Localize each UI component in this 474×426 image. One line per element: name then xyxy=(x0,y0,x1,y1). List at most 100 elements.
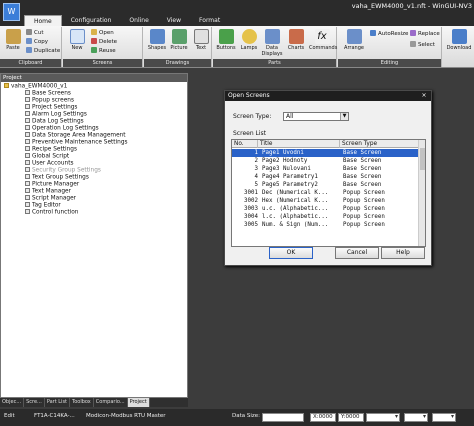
tab-home[interactable]: Home xyxy=(24,15,62,26)
app-icon[interactable]: W xyxy=(3,3,20,21)
tree-root[interactable]: vaha_EWM4000_v1 xyxy=(1,83,187,90)
tree-item-text-manager[interactable]: Text Manager xyxy=(1,188,187,195)
tab-online[interactable]: Online xyxy=(120,15,157,26)
tab-toolbox[interactable]: Toolbox xyxy=(70,398,94,407)
open-screen-button[interactable]: Open xyxy=(91,29,114,37)
tree-item-data-log-settings[interactable]: Data Log Settings xyxy=(1,118,187,125)
status-combo-3[interactable] xyxy=(432,413,456,422)
screen-row[interactable]: 3005 Num. & Sign (Num... Popup Screen xyxy=(232,221,418,229)
copy-button[interactable]: Copy xyxy=(26,38,48,46)
screen-row[interactable]: 1 Page1 Uvodni Base Screen xyxy=(232,149,418,157)
column-screen-type[interactable]: Screen Type xyxy=(340,140,420,148)
screen-row[interactable]: 3003 u.c. (Alphabetic... Popup Screen xyxy=(232,205,418,213)
drawings-group: Shapes Picture Text Drawings xyxy=(144,27,212,67)
picture-icon xyxy=(25,181,30,186)
tree-item-tag-editor[interactable]: Tag Editor xyxy=(1,202,187,209)
delete-screen-button[interactable]: Delete xyxy=(91,38,117,46)
tree-item-control-function[interactable]: Control function xyxy=(1,209,187,216)
autoresize-button[interactable]: AutoResize xyxy=(370,30,408,38)
reuse-screen-button[interactable]: Reuse xyxy=(91,47,116,55)
tree-item-preventive-maintenance[interactable]: Preventive Maintenance Settings xyxy=(1,139,187,146)
user-icon xyxy=(25,160,30,165)
tree-item-security-group-settings[interactable]: Security Group Settings xyxy=(1,167,187,174)
script-icon xyxy=(25,195,30,200)
buttons-part-button[interactable]: Buttons xyxy=(215,29,237,59)
screen-row[interactable]: 3001 Dec (Numerical K... Popup Screen xyxy=(232,189,418,197)
tab-screens[interactable]: Scre... xyxy=(24,398,45,407)
settings-icon xyxy=(25,111,30,116)
paste-button[interactable]: Paste xyxy=(2,29,24,59)
list-scrollbar[interactable] xyxy=(418,140,425,246)
data-displays-part-button[interactable]: Data Displays xyxy=(261,29,283,59)
tree-item-script-manager[interactable]: Script Manager xyxy=(1,195,187,202)
status-combo-1[interactable] xyxy=(366,413,400,422)
cancel-button[interactable]: Cancel xyxy=(335,247,379,259)
arrange-button[interactable]: Arrange xyxy=(341,29,367,59)
tab-project[interactable]: Project xyxy=(127,398,150,407)
replace-icon xyxy=(410,30,416,36)
new-screen-button[interactable]: New xyxy=(66,29,88,59)
lamp-icon xyxy=(241,29,257,44)
scroll-thumb[interactable] xyxy=(420,148,425,170)
download-button[interactable]: Download xyxy=(446,29,472,59)
lock-icon xyxy=(25,167,30,172)
window-title: vaha_EWM4000_v1.nft - WinGUI-NV3 xyxy=(351,2,472,10)
screen-row[interactable]: 2 Page2 Hodnoty Base Screen xyxy=(232,157,418,165)
tree-item-user-accounts[interactable]: User Accounts xyxy=(1,160,187,167)
autoresize-icon xyxy=(370,30,376,36)
tab-comparison[interactable]: Compario... xyxy=(94,398,128,407)
duplicate-button[interactable]: Duplicate xyxy=(26,47,60,55)
column-no[interactable]: No. xyxy=(232,140,258,148)
screen-row[interactable]: 3004 l.c. (Alphabetic... Popup Screen xyxy=(232,213,418,221)
ok-button[interactable]: OK xyxy=(269,247,313,259)
text-icon xyxy=(25,188,30,193)
tree-item-recipe-settings[interactable]: Recipe Settings xyxy=(1,146,187,153)
tree-item-popup-screens[interactable]: Popup screens xyxy=(1,97,187,104)
lamps-part-button[interactable]: Lamps xyxy=(238,29,260,59)
tag-icon xyxy=(25,202,30,207)
screen-row[interactable]: 3002 Hex (Numerical K... Popup Screen xyxy=(232,197,418,205)
screen-row[interactable]: 5 Page5 Parametry2 Base Screen xyxy=(232,181,418,189)
x-coordinate: X:0000 xyxy=(310,413,336,422)
status-combo-2[interactable] xyxy=(404,413,428,422)
replace-button[interactable]: Replace xyxy=(410,30,440,38)
tree-item-alarm-log-settings[interactable]: Alarm Log Settings xyxy=(1,111,187,118)
text-button[interactable]: Text xyxy=(190,29,212,59)
shapes-button[interactable]: Shapes xyxy=(146,29,168,59)
column-title[interactable]: Title xyxy=(258,140,340,148)
charts-part-button[interactable]: Charts xyxy=(285,29,307,59)
data-size-field xyxy=(262,413,304,422)
tree-item-data-storage[interactable]: Data Storage Area Management xyxy=(1,132,187,139)
clipboard-group: Paste Cut Copy Duplicate Clipboard xyxy=(0,27,62,67)
chart-icon xyxy=(288,29,304,44)
tree-item-global-script[interactable]: Global Script xyxy=(1,153,187,160)
tab-object[interactable]: Objec... xyxy=(0,398,25,407)
tree-item-operation-log-settings[interactable]: Operation Log Settings xyxy=(1,125,187,132)
shapes-icon xyxy=(149,29,165,44)
close-icon[interactable]: × xyxy=(419,92,429,100)
commands-part-button[interactable]: fx Commands xyxy=(309,29,337,59)
download-icon xyxy=(451,29,467,44)
app-window: W vaha_EWM4000_v1.nft - WinGUI-NV3 Home … xyxy=(0,0,474,426)
screen-row[interactable]: 3 Page3 Nulovani Base Screen xyxy=(232,165,418,173)
cut-button[interactable]: Cut xyxy=(26,29,43,37)
tree-item-picture-manager[interactable]: Picture Manager xyxy=(1,181,187,188)
screen-type-select[interactable]: All ▼ xyxy=(283,112,349,121)
picture-button[interactable]: Picture xyxy=(168,29,190,59)
tree-item-text-group-settings[interactable]: Text Group Settings xyxy=(1,174,187,181)
help-button[interactable]: Help xyxy=(381,247,425,259)
tab-part-list[interactable]: Part List xyxy=(45,398,71,407)
select-button[interactable]: Select xyxy=(410,41,435,49)
tree-item-project-settings[interactable]: Project Settings xyxy=(1,104,187,111)
settings-icon xyxy=(25,118,30,123)
folder-icon xyxy=(91,29,97,35)
tab-configuration[interactable]: Configuration xyxy=(62,15,121,26)
ribbon: Paste Cut Copy Duplicate Clipboard New O… xyxy=(0,26,474,68)
tab-view[interactable]: View xyxy=(158,15,190,26)
picture-icon xyxy=(171,29,187,44)
screen-row[interactable]: 4 Page4 Parametry1 Base Screen xyxy=(232,173,418,181)
screen-list[interactable]: No. Title Screen Type 1 Page1 Uvodni Base … xyxy=(231,139,426,247)
tab-format[interactable]: Format xyxy=(190,15,229,26)
tree-item-base-screens[interactable]: Base Screens xyxy=(1,90,187,97)
arrange-icon xyxy=(346,29,362,44)
